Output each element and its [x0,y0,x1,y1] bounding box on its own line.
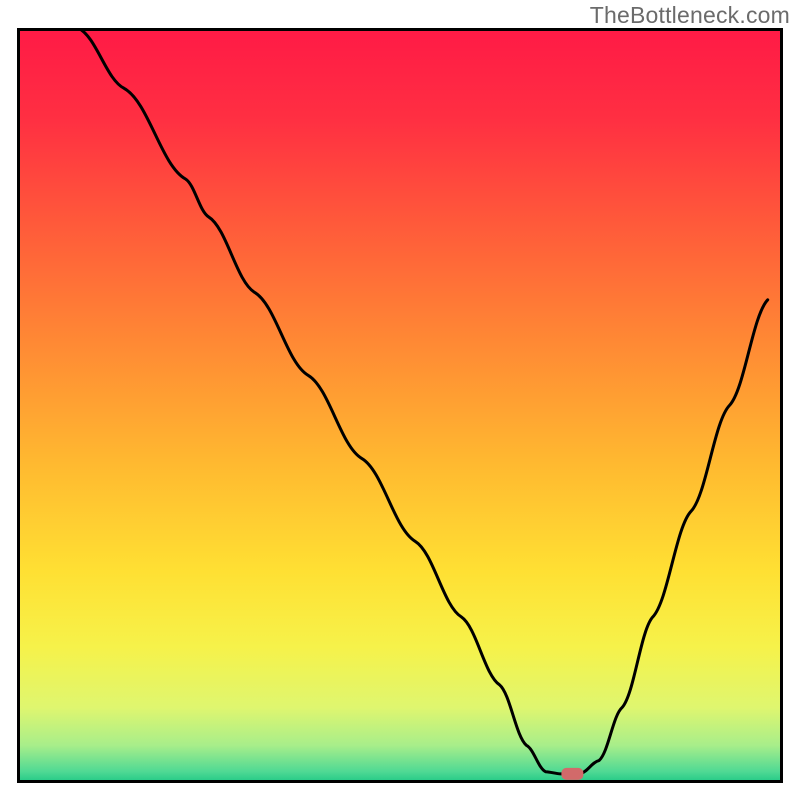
optimal-marker [561,768,583,780]
watermark-label: TheBottleneck.com [590,2,790,29]
chart-root: TheBottleneck.com [0,0,800,800]
plot-frame [17,28,783,783]
gradient-background [17,28,783,783]
plot-svg [17,28,783,783]
